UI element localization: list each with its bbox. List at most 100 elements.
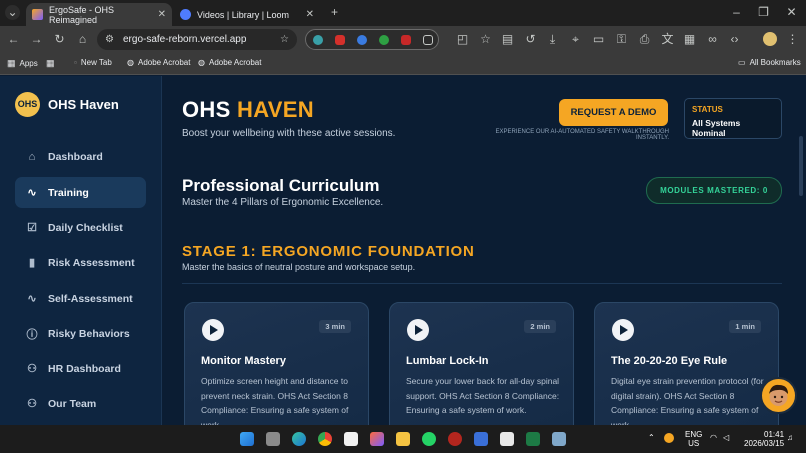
assistant-avatar[interactable] bbox=[760, 377, 797, 414]
location-icon[interactable]: ⌖ bbox=[568, 32, 583, 47]
card-title: The 20-20-20 Eye Rule bbox=[611, 355, 728, 367]
whatsapp-icon[interactable] bbox=[422, 432, 436, 446]
ergosafe-favicon-icon bbox=[32, 9, 43, 20]
toolbar-icon[interactable]: ◰ bbox=[455, 32, 470, 47]
language-indicator[interactable]: ENG US bbox=[685, 430, 702, 448]
modules-mastered-badge: MODULES MASTERED: 0 bbox=[646, 177, 782, 204]
card-description: Secure your lower back for all-day spina… bbox=[406, 376, 560, 415]
play-icon[interactable] bbox=[202, 319, 224, 341]
globe-icon: ◍ bbox=[198, 58, 205, 67]
chrome-icon[interactable] bbox=[318, 432, 332, 446]
download-icon[interactable]: ⤓ bbox=[545, 32, 560, 47]
print-icon[interactable]: ⎙ bbox=[637, 32, 652, 47]
app-root: OHS OHS Haven ⌂ Dashboard ∿ Training ☑ D… bbox=[0, 76, 806, 425]
tab-title: Videos | Library | Loom bbox=[197, 9, 290, 20]
app-icon[interactable] bbox=[474, 432, 488, 446]
weather-icon[interactable] bbox=[664, 433, 674, 443]
volume-icon[interactable]: ◁ bbox=[723, 433, 729, 442]
tab-title: ErgoSafe - OHS Reimagined bbox=[49, 4, 115, 25]
translate-icon[interactable]: 文 bbox=[660, 32, 675, 47]
minimize-icon[interactable]: – bbox=[729, 5, 744, 20]
copilot-icon[interactable] bbox=[370, 432, 384, 446]
sidebar-item-dashboard[interactable]: ⌂ Dashboard bbox=[15, 141, 146, 172]
sidebar-item-risky-behaviors[interactable]: ⓘ Risky Behaviors bbox=[15, 318, 146, 349]
training-card-monitor-mastery[interactable]: 3 min Monitor Mastery Optimize screen he… bbox=[184, 302, 369, 425]
sidebar-item-training[interactable]: ∿ Training bbox=[15, 177, 146, 208]
qr-icon[interactable]: ▦ bbox=[682, 32, 697, 47]
extension-icon[interactable] bbox=[357, 35, 367, 45]
tab-search-icon[interactable]: ⌄ bbox=[5, 5, 20, 20]
windows-start-icon[interactable] bbox=[240, 432, 254, 446]
tray-chevron-icon[interactable]: ⌃ bbox=[648, 433, 655, 442]
close-tab-icon[interactable]: ✕ bbox=[158, 9, 166, 20]
new-tab-icon[interactable]: + bbox=[327, 5, 342, 20]
bookmark-star-icon[interactable]: ☆ bbox=[280, 29, 289, 50]
clock[interactable]: 01:41 2026/03/15 bbox=[744, 430, 784, 448]
training-card-lumbar-lock-in[interactable]: 2 min Lumbar Lock-In Secure your lower b… bbox=[389, 302, 574, 425]
card-title: Monitor Mastery bbox=[201, 355, 286, 367]
play-icon[interactable] bbox=[612, 319, 634, 341]
request-demo-button[interactable]: REQUEST A DEMO bbox=[559, 99, 668, 126]
play-icon[interactable] bbox=[407, 319, 429, 341]
bookmark-icon[interactable]: ☆ bbox=[478, 32, 493, 47]
forward-icon[interactable]: → bbox=[29, 32, 44, 47]
bookmark-grid[interactable]: ▦ bbox=[46, 58, 55, 69]
reading-list-icon[interactable]: ▤ bbox=[500, 32, 515, 47]
file-icon[interactable] bbox=[344, 432, 358, 446]
bookmark-label: New Tab bbox=[80, 58, 112, 67]
notification-bell-icon[interactable]: ♫ bbox=[787, 433, 793, 442]
wifi-icon[interactable]: ◠ bbox=[710, 433, 717, 442]
training-card-eye-rule[interactable]: 1 min The 20-20-20 Eye Rule Digital eye … bbox=[594, 302, 779, 425]
close-tab-icon[interactable]: ✕ bbox=[306, 9, 314, 20]
scrollbar-thumb[interactable] bbox=[799, 136, 803, 196]
team-icon: ⚇ bbox=[27, 398, 37, 410]
address-bar[interactable]: ⚙ ergo-safe-reborn.vercel.app ☆ bbox=[97, 29, 297, 50]
region-code: US bbox=[688, 439, 700, 448]
menu-icon[interactable]: ⋮ bbox=[785, 32, 800, 47]
all-bookmarks[interactable]: ▭ All Bookmarks bbox=[738, 58, 801, 67]
media-player-icon[interactable] bbox=[448, 432, 462, 446]
checkbox-icon: ☑ bbox=[27, 222, 37, 234]
acrobat-extension-icon[interactable] bbox=[335, 35, 345, 45]
excel-icon[interactable] bbox=[526, 432, 540, 446]
sidebar-item-daily-checklist[interactable]: ☑ Daily Checklist bbox=[15, 212, 146, 243]
tab-loom[interactable]: Videos | Library | Loom ✕ bbox=[174, 3, 320, 26]
key-icon[interactable]: ⚿ bbox=[614, 32, 629, 47]
task-view-icon[interactable] bbox=[266, 432, 280, 446]
bookmark-acrobat[interactable]: ◍ Adobe Acrobat bbox=[127, 58, 190, 67]
code-icon[interactable]: ‹› bbox=[727, 32, 742, 47]
profile-avatar[interactable] bbox=[763, 32, 777, 46]
tab-ergosafe[interactable]: ErgoSafe - OHS Reimagined ✕ bbox=[26, 3, 172, 26]
close-window-icon[interactable]: ✕ bbox=[784, 5, 799, 20]
avatar-face-icon bbox=[769, 384, 788, 406]
back-icon[interactable]: ← bbox=[6, 32, 21, 47]
site-info-icon[interactable]: ⚙ bbox=[105, 29, 114, 50]
duration-badge: 2 min bbox=[524, 320, 556, 333]
sidebar-item-our-team[interactable]: ⚇ Our Team bbox=[15, 388, 146, 419]
bookmark-acrobat[interactable]: ◍ Adobe Acrobat bbox=[198, 58, 261, 67]
link-icon[interactable]: ∞ bbox=[705, 32, 720, 47]
status-box: STATUS All Systems Nominal bbox=[684, 98, 782, 139]
document-icon[interactable] bbox=[500, 432, 514, 446]
edge-icon[interactable] bbox=[292, 432, 306, 446]
os-taskbar: ⌃ ENG US ◠ ◁ 01:41 2026/03/15 ♫ bbox=[0, 425, 806, 453]
sidebar-item-hr-dashboard[interactable]: ⚇ HR Dashboard bbox=[15, 353, 146, 384]
folder-icon[interactable] bbox=[396, 432, 410, 446]
sidebar-item-self-assessment[interactable]: ∿ Self-Assessment bbox=[15, 283, 146, 314]
home-icon[interactable]: ⌂ bbox=[75, 32, 90, 47]
bookmark-new-tab[interactable]: ▫ New Tab bbox=[74, 58, 112, 67]
extension-icon[interactable] bbox=[401, 35, 411, 45]
bookmark-apps[interactable]: ▦ Apps bbox=[7, 58, 38, 69]
card-icon[interactable]: ▭ bbox=[591, 32, 606, 47]
history-icon[interactable]: ↺ bbox=[523, 32, 538, 47]
sidebar-item-risk-assessment[interactable]: ▮ Risk Assessment bbox=[15, 247, 146, 278]
extension-icon[interactable] bbox=[313, 35, 323, 45]
extension-icon[interactable] bbox=[379, 35, 389, 45]
calculator-icon[interactable] bbox=[552, 432, 566, 446]
sidebar: OHS OHS Haven ⌂ Dashboard ∿ Training ☑ D… bbox=[0, 76, 162, 425]
extensions-puzzle-icon[interactable] bbox=[423, 35, 433, 45]
activity-icon: ∿ bbox=[27, 187, 37, 199]
restore-icon[interactable]: ❐ bbox=[756, 5, 771, 20]
reload-icon[interactable]: ↻ bbox=[52, 32, 67, 47]
bookmark-label: Apps bbox=[19, 59, 38, 68]
